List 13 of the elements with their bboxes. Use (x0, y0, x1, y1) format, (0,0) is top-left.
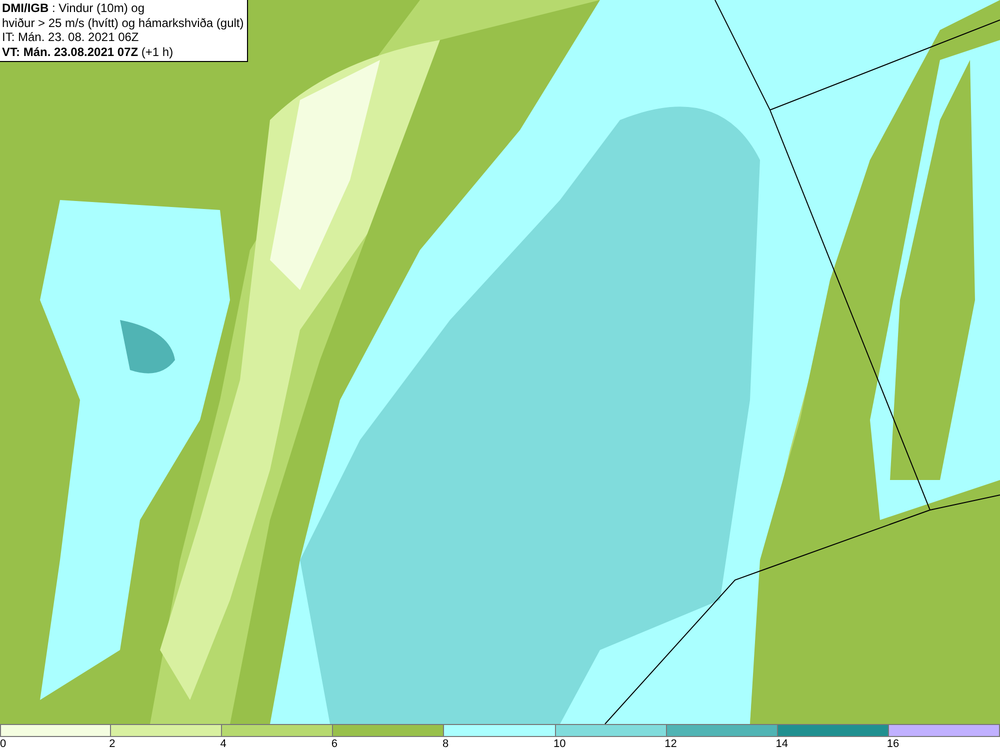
header-line: DMI/IGB : Vindur (10m) og (2, 1, 146, 16)
legend-tick-label: 16 (886, 737, 900, 751)
header-line: IT: Mán. 23. 08. 2021 06Z (2, 30, 140, 44)
header-line: hviður > 25 m/s (hvítt) og hámarkshviða (gult) (2, 16, 244, 30)
legend-tick-label: 8 (442, 737, 449, 751)
header-line: VT: Mán. 23.08.2021 07Z (+1 h) (2, 44, 174, 59)
legend-tick-label: 14 (776, 737, 788, 751)
legend-tick-label: 0 (0, 737, 6, 751)
legend-tick-label: 6 (331, 737, 338, 751)
legend-tick-label: 4 (220, 737, 226, 751)
legend-tick-label: 10 (554, 737, 566, 751)
legend-tick-label: 12 (664, 737, 677, 751)
legend-tick-label: 2 (109, 737, 116, 751)
